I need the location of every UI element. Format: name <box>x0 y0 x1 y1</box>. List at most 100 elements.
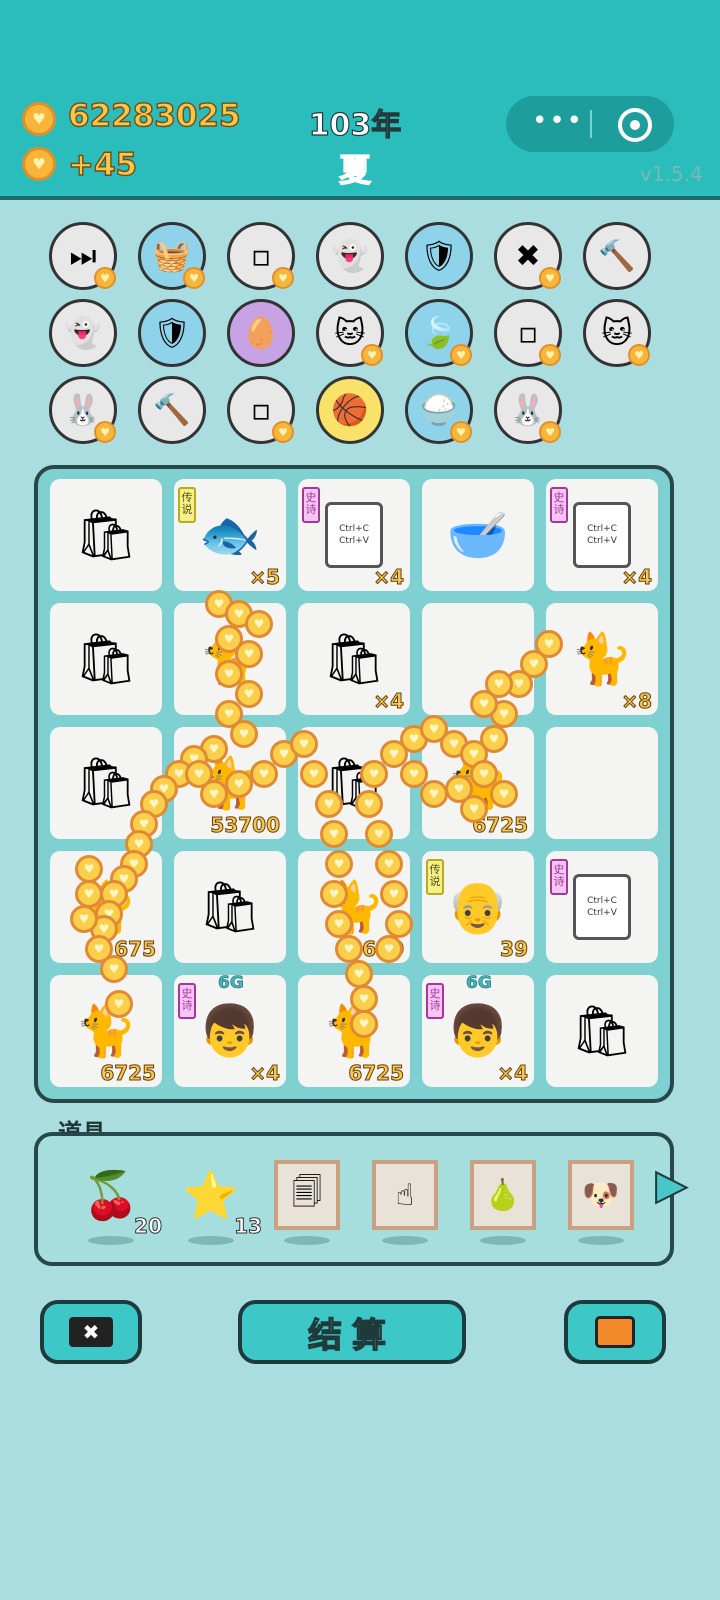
sugar-cubes-icon[interactable]: ▫ ♥ <box>227 222 295 290</box>
math-bowl-icon[interactable]: 🥣 <box>422 479 534 591</box>
cat-icon[interactable]: 🐈 ×8 <box>546 603 658 715</box>
coin-badge-icon: ♥ <box>539 344 561 366</box>
leaf-icon[interactable]: 🍃 ♥ <box>405 299 473 367</box>
delete-button[interactable]: ✖ <box>40 1300 142 1364</box>
cats-icon[interactable]: 🐱 ♥ <box>583 299 651 367</box>
egg-icon[interactable]: 🥚 <box>227 299 295 367</box>
skip-icon[interactable]: ⏭ ♥ <box>49 222 117 290</box>
flying-coin-icon: ♥ <box>325 850 353 878</box>
target-icon[interactable] <box>618 108 652 142</box>
ghost-icon[interactable]: 👻 <box>49 299 117 367</box>
symbol-glyph: 🛍 <box>74 629 138 688</box>
hammer-icon[interactable]: 🔨 <box>138 376 206 444</box>
flying-coin-icon: ♥ <box>320 880 348 908</box>
coin-icon: ♥ <box>22 147 56 181</box>
rarity-tag: 史诗 <box>550 487 568 523</box>
card-text: Ctrl+C Ctrl+V <box>325 502 383 568</box>
garbage-bag-icon[interactable]: 🛍 ×4 <box>298 603 410 715</box>
version-label: v1.5.4 <box>640 162 703 186</box>
husky-icon[interactable]: 🐶 <box>568 1160 634 1230</box>
symbol-glyph: 🛍 <box>570 1001 634 1060</box>
settle-button[interactable]: 结算 <box>238 1300 466 1364</box>
garbage-bag-icon[interactable]: 🛍 <box>50 603 162 715</box>
flying-coin-icon: ♥ <box>75 855 103 883</box>
tool-shadow <box>284 1236 330 1245</box>
flying-coin-icon: ♥ <box>490 780 518 808</box>
flying-coin-icon: ♥ <box>315 790 343 818</box>
garbage-bag-icon[interactable]: 🛍 <box>174 851 286 963</box>
flying-coin-icon: ♥ <box>375 850 403 878</box>
flying-coin-icon: ♥ <box>325 910 353 938</box>
hammer-icon[interactable]: 🔨 <box>583 222 651 290</box>
rabbit-icon[interactable]: 🐰 ♥ <box>49 376 117 444</box>
delete-tag-icon[interactable]: ✖ ♥ <box>494 222 562 290</box>
season-label: 夏 <box>338 150 371 189</box>
bald-man-icon[interactable]: 👴 传说 39 <box>422 851 534 963</box>
cat-icon[interactable]: 🐈6725 <box>50 975 162 1087</box>
flying-coin-icon: ♥ <box>480 725 508 753</box>
symbol-count: 6725 <box>348 1061 405 1086</box>
copy-paste-card-icon[interactable]: Ctrl+C Ctrl+V 史诗 <box>546 851 658 963</box>
flying-coin-icon: ♥ <box>380 880 408 908</box>
coin-icon: ♥ <box>22 102 56 136</box>
copy-paste-card-icon[interactable]: 🗐 <box>274 1160 340 1230</box>
shield-wrench-icon[interactable]: 🛡 <box>405 222 473 290</box>
flying-coin-icon: ♥ <box>350 1010 378 1038</box>
basketballs-icon[interactable]: 🏀 <box>316 376 384 444</box>
lychee-icon[interactable]: 🍒 20 <box>78 1160 162 1239</box>
flying-coin-icon: ♥ <box>385 910 413 938</box>
coin-badge-icon: ♥ <box>94 267 116 289</box>
coin-badge-icon: ♥ <box>539 267 561 289</box>
sugar-cubes-icon[interactable]: ▫ ♥ <box>227 376 295 444</box>
symbol-count: 39 <box>500 937 529 962</box>
symbol-count: ×4 <box>373 689 405 714</box>
tool-shadow <box>88 1236 134 1245</box>
flying-coin-icon: ♥ <box>75 880 103 908</box>
flying-coin-icon: ♥ <box>345 960 373 988</box>
scroll-right-arrow-icon[interactable]: ▶ <box>655 1161 688 1209</box>
top-bar: ♥ 62283025 ♥ +45 103年 夏 ••• v1.5.4 <box>0 0 720 200</box>
sugar-cubes-icon[interactable]: ▫ ♥ <box>494 299 562 367</box>
rarity-tag: 史诗 <box>302 487 320 523</box>
settle-label: 结算 <box>307 1315 396 1356</box>
tool-count: 13 <box>234 1214 263 1239</box>
rarity-tag: 传说 <box>426 859 444 895</box>
empty-cell[interactable] <box>546 727 658 839</box>
tool-glyph: 🗐 <box>292 1174 322 1210</box>
bag-button[interactable] <box>564 1300 666 1364</box>
flying-coin-icon: ♥ <box>320 820 348 848</box>
pear-icon[interactable]: 🍐 <box>470 1160 536 1230</box>
star-icon[interactable]: ⭐ 13 <box>178 1160 262 1239</box>
flying-coin-icon: ♥ <box>535 630 563 658</box>
pointing-finger-icon[interactable]: ☝ <box>372 1160 438 1230</box>
symbol-glyph: 🛍 <box>198 877 262 936</box>
coin-badge-icon: ♥ <box>94 421 116 443</box>
delete-tag-icon: ✖ <box>69 1317 113 1347</box>
rabbit-icon[interactable]: 🐰 ♥ <box>494 376 562 444</box>
symbol-count: ×4 <box>249 1061 281 1086</box>
rice-bowl-icon[interactable]: 🍚 ♥ <box>405 376 473 444</box>
cats-icon[interactable]: 🐱 ♥ <box>316 299 384 367</box>
more-dots-icon[interactable]: ••• <box>532 108 584 134</box>
card-text: Ctrl+C Ctrl+V <box>573 502 631 568</box>
garbage-bag-icon[interactable]: 🛍 <box>50 479 162 591</box>
money-total: 62283025 <box>67 97 241 134</box>
koi-fish-icon[interactable]: 🐟 传说 ×5 <box>174 479 286 591</box>
flying-coin-icon: ♥ <box>355 790 383 818</box>
rarity-tag: 传说 <box>178 487 196 523</box>
flying-coin-icon: ♥ <box>230 720 258 748</box>
garbage-bag-icon[interactable]: 🛍 <box>546 975 658 1087</box>
boy-6g-icon[interactable]: 👦 史诗 6G ×4 <box>174 973 286 1087</box>
symbol-count: 53700 <box>210 813 281 838</box>
mini-program-capsule: ••• <box>506 96 674 152</box>
copy-paste-card-icon[interactable]: Ctrl+C Ctrl+V 史诗 ×4 <box>298 479 410 591</box>
tool-shadow <box>188 1236 234 1245</box>
flying-coin-icon: ♥ <box>300 760 328 788</box>
ghost-icon[interactable]: 👻 <box>316 222 384 290</box>
shield-wrench-icon[interactable]: 🛡 <box>138 299 206 367</box>
boy-6g-icon[interactable]: 👦 史诗 6G ×4 <box>422 973 534 1087</box>
copy-paste-card-icon[interactable]: Ctrl+C Ctrl+V 史诗 ×4 <box>546 479 658 591</box>
symbol-glyph: 🛍 <box>74 505 138 564</box>
flying-coin-icon: ♥ <box>350 985 378 1013</box>
strawberry-basket-icon[interactable]: 🧺 ♥ <box>138 222 206 290</box>
